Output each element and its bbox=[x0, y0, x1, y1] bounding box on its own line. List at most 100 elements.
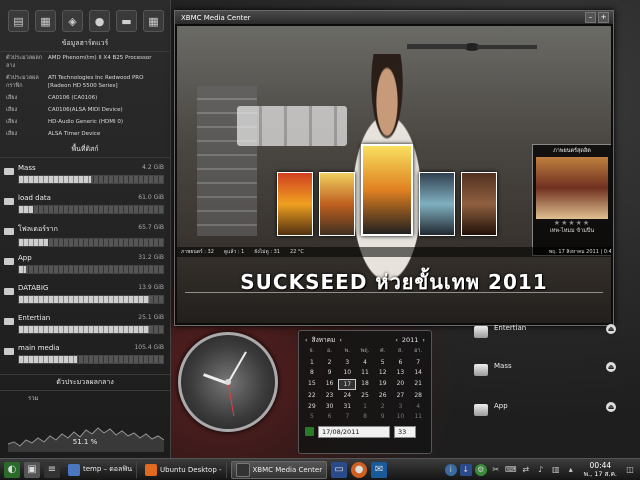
disk-item[interactable]: load data 61.0 GiB bbox=[0, 190, 170, 218]
calendar-day[interactable]: 20 bbox=[392, 379, 410, 389]
task-item-active[interactable]: XBMC Media Center bbox=[230, 460, 328, 479]
movie-cover[interactable] bbox=[419, 172, 455, 236]
calendar-month[interactable]: สิงหาคม bbox=[312, 335, 336, 345]
calendar-day[interactable]: 23 bbox=[321, 391, 339, 401]
firefox-launcher-icon[interactable]: ● bbox=[351, 461, 368, 478]
movie-cover[interactable] bbox=[277, 172, 313, 236]
calendar-day[interactable]: 18 bbox=[356, 379, 374, 389]
maximize-button[interactable]: + bbox=[598, 12, 609, 23]
eject-icon[interactable]: ⏏ bbox=[606, 324, 616, 334]
update-gear-icon[interactable]: ⚙ bbox=[474, 463, 487, 476]
eject-icon[interactable]: ⏏ bbox=[606, 362, 616, 372]
calendar-day[interactable]: 8 bbox=[303, 368, 321, 378]
movie-info-card[interactable]: ภาพยนตร์สุดฮิต ★★★★★ เทพ-ไหมม ข้ามปีน bbox=[532, 144, 611, 256]
calendar-day[interactable]: 19 bbox=[374, 379, 392, 389]
calendar-day[interactable]: 30 bbox=[321, 402, 339, 412]
prev-year-icon[interactable]: ‹ bbox=[395, 336, 398, 344]
calendar-day[interactable]: 2 bbox=[321, 358, 339, 368]
device-item[interactable]: Entertian ⏏ bbox=[470, 322, 630, 348]
download-icon[interactable]: ↓ bbox=[459, 463, 472, 476]
calendar-day[interactable]: 6 bbox=[392, 358, 410, 368]
digital-clock[interactable]: 00:44 พ., 17 ส.ค. bbox=[580, 461, 621, 478]
calendar-day[interactable]: 25 bbox=[356, 391, 374, 401]
display-icon[interactable]: ▬ bbox=[116, 10, 137, 32]
movie-cover-selected[interactable] bbox=[361, 144, 413, 236]
network-tray-icon[interactable]: ▥ bbox=[550, 464, 562, 476]
calendar-day[interactable]: 3 bbox=[338, 358, 356, 368]
calendar-day[interactable]: 7 bbox=[409, 358, 427, 368]
xbmc-launcher-icon[interactable]: ▭ bbox=[331, 461, 348, 478]
next-year-icon[interactable]: › bbox=[422, 336, 425, 344]
calendar-day[interactable]: 1 bbox=[303, 358, 321, 368]
disk-item[interactable]: App 31.2 GiB bbox=[0, 250, 170, 278]
calendar-day[interactable]: 14 bbox=[409, 368, 427, 378]
disk-item[interactable]: DATABIG 13.9 GiB bbox=[0, 280, 170, 308]
xbmc-titlebar[interactable]: XBMC Media Center – + bbox=[175, 11, 613, 24]
calendar-day[interactable]: 5 bbox=[303, 412, 321, 422]
calendar-day[interactable]: 10 bbox=[392, 412, 410, 422]
mail-icon[interactable]: ✉ bbox=[371, 461, 388, 478]
next-month-icon[interactable]: › bbox=[339, 336, 342, 344]
calendar-day[interactable]: 4 bbox=[356, 358, 374, 368]
calendar-day[interactable]: 5 bbox=[374, 358, 392, 368]
eject-icon[interactable]: ⏏ bbox=[606, 402, 616, 412]
calendar-day[interactable]: 12 bbox=[374, 368, 392, 378]
tray-expand-icon[interactable]: ▴ bbox=[565, 464, 577, 476]
task-item[interactable]: Ubuntu Desktop - bbox=[141, 461, 227, 478]
device-item[interactable]: App ⏏ bbox=[470, 400, 630, 426]
prev-month-icon[interactable]: ‹ bbox=[305, 336, 308, 344]
scissors-icon[interactable]: ✂ bbox=[490, 464, 502, 476]
calendar-day[interactable]: 21 bbox=[409, 379, 427, 389]
calendar-year[interactable]: 2011 bbox=[402, 336, 419, 344]
calculator-icon[interactable]: ▦ bbox=[143, 10, 164, 32]
week-field[interactable] bbox=[394, 425, 416, 438]
calendar-day[interactable]: 8 bbox=[356, 412, 374, 422]
documents-icon[interactable]: ▦ bbox=[35, 10, 56, 32]
keyboard-icon[interactable]: ⌨ bbox=[505, 464, 517, 476]
info-icon[interactable]: i bbox=[444, 463, 457, 476]
app-launcher-icon[interactable]: ◐ bbox=[4, 461, 20, 478]
task-item[interactable]: temp – ดอลฟิน bbox=[64, 461, 138, 478]
calendar-day[interactable]: 17 bbox=[338, 378, 357, 390]
calendar-day[interactable]: 9 bbox=[321, 368, 339, 378]
disk-item[interactable]: Entertian 25.1 GiB bbox=[0, 310, 170, 338]
calendar-day[interactable]: 24 bbox=[338, 391, 356, 401]
calendar-day[interactable]: 4 bbox=[409, 402, 427, 412]
calendar-day[interactable]: 28 bbox=[409, 391, 427, 401]
calendar-day[interactable]: 6 bbox=[321, 412, 339, 422]
device-item[interactable]: Mass ⏏ bbox=[470, 360, 630, 386]
calendar-day[interactable]: 1 bbox=[356, 402, 374, 412]
calendar-day[interactable]: 11 bbox=[356, 368, 374, 378]
calendar-day[interactable]: 27 bbox=[392, 391, 410, 401]
globe-icon[interactable]: ● bbox=[89, 10, 110, 32]
calendar-day[interactable]: 2 bbox=[374, 402, 392, 412]
folder-icon[interactable]: ▤ bbox=[8, 10, 29, 32]
calendar-day[interactable]: 10 bbox=[338, 368, 356, 378]
minimize-button[interactable]: – bbox=[585, 12, 596, 23]
today-icon[interactable] bbox=[305, 427, 314, 436]
xbmc-window[interactable]: XBMC Media Center – + ภาพยนตร์สุดฮิต ★★★… bbox=[174, 10, 614, 326]
calendar-day[interactable]: 26 bbox=[374, 391, 392, 401]
calendar-day[interactable]: 16 bbox=[321, 379, 339, 389]
calendar-day[interactable]: 31 bbox=[338, 402, 356, 412]
volume-icon[interactable]: ♪ bbox=[535, 464, 547, 476]
disk-item[interactable]: main media 105.4 GiB bbox=[0, 340, 170, 368]
calendar-day[interactable]: 22 bbox=[303, 391, 321, 401]
calendar-day[interactable]: 7 bbox=[338, 412, 356, 422]
calendar-day[interactable]: 11 bbox=[409, 412, 427, 422]
date-field[interactable] bbox=[318, 425, 390, 438]
calendar-day[interactable]: 3 bbox=[392, 402, 410, 412]
movie-cover[interactable] bbox=[461, 172, 497, 236]
calendar-day[interactable]: 15 bbox=[303, 379, 321, 389]
disk-item[interactable]: โฟลเดอร์ราก 65.7 GiB bbox=[0, 220, 170, 248]
calendar-day[interactable]: 9 bbox=[374, 412, 392, 422]
calendar-day[interactable]: 29 bbox=[303, 402, 321, 412]
disk-item[interactable]: Mass 4.2 GiB bbox=[0, 160, 170, 188]
menu-icon[interactable]: ≡ bbox=[44, 461, 60, 478]
network-icon[interactable]: ◈ bbox=[62, 10, 83, 32]
desktop-toggle-icon[interactable]: ◫ bbox=[624, 464, 636, 476]
usb-icon[interactable]: ⇄ bbox=[520, 464, 532, 476]
movie-cover[interactable] bbox=[319, 172, 355, 236]
database-icon[interactable]: ▣ bbox=[24, 461, 40, 478]
calendar-day[interactable]: 13 bbox=[392, 368, 410, 378]
